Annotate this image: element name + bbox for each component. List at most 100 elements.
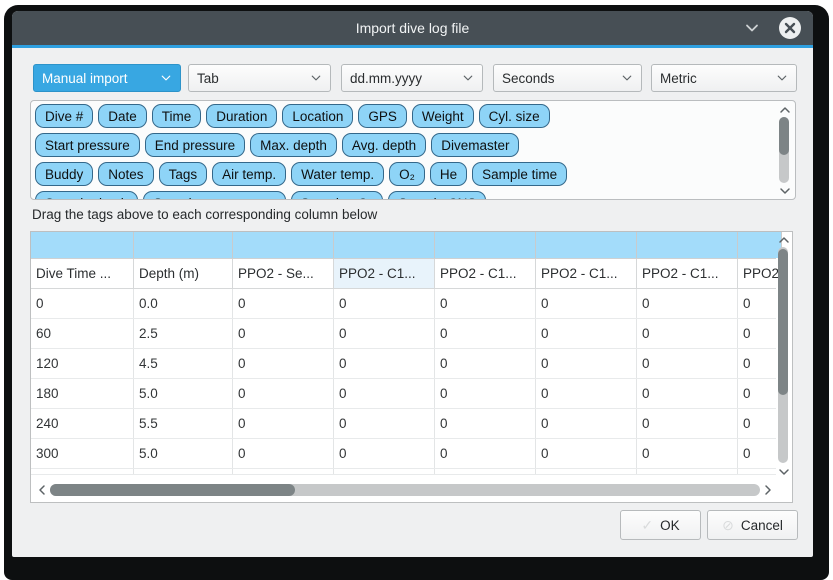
- table-cell: 0: [334, 289, 435, 318]
- scrollbar-thumb[interactable]: [778, 249, 788, 395]
- scroll-left-icon[interactable]: [36, 484, 48, 496]
- tag-row-clipped: Sample depth Sample temperature Sample p…: [35, 191, 755, 200]
- duration-format-select[interactable]: Seconds: [493, 64, 642, 92]
- duration-format-value: Seconds: [502, 71, 555, 86]
- drag-instruction-label: Drag the tags above to each correspondin…: [32, 207, 377, 222]
- table-cell: 0: [435, 289, 536, 318]
- tag-sample-cns[interactable]: Sample CNS: [388, 191, 486, 200]
- ok-button[interactable]: ✓ OK: [620, 510, 701, 540]
- table-cell: 5.5: [134, 409, 233, 438]
- drop-cell[interactable]: [536, 232, 637, 258]
- tag-he[interactable]: He: [430, 162, 467, 186]
- table-cell: 0: [334, 379, 435, 408]
- table-row[interactable]: 0 0.0 0 0 0 0 0 0: [31, 289, 776, 319]
- units-select[interactable]: Metric: [651, 64, 797, 92]
- tag-weight[interactable]: Weight: [412, 104, 474, 128]
- table-row[interactable]: 120 4.5 0 0 0 0 0 0: [31, 349, 776, 379]
- screenshot-canvas: Import dive log file Manual import Tab d…: [0, 0, 833, 580]
- tag-dive-number[interactable]: Dive #: [35, 104, 93, 128]
- table-row[interactable]: 60 2.5 0 0 0 0 0 0: [31, 319, 776, 349]
- tag-date[interactable]: Date: [98, 104, 147, 128]
- tag-sample-time[interactable]: Sample time: [472, 162, 567, 186]
- check-icon: ✓: [641, 517, 653, 534]
- tag-time[interactable]: Time: [152, 104, 202, 128]
- tag-row: Start pressure End pressure Max. depth A…: [35, 133, 755, 157]
- table-cell: 0: [536, 319, 637, 348]
- drop-cell[interactable]: [233, 232, 334, 258]
- import-dialog: Import dive log file Manual import Tab d…: [12, 11, 813, 557]
- tag-o2[interactable]: O₂: [389, 162, 425, 186]
- tag-sample-po2[interactable]: Sample pO₂: [291, 191, 384, 200]
- scrollbar-thumb[interactable]: [50, 484, 295, 496]
- tag-max-depth[interactable]: Max. depth: [250, 133, 337, 157]
- scroll-up-icon[interactable]: [776, 234, 791, 246]
- tag-notes[interactable]: Notes: [98, 162, 153, 186]
- table-row[interactable]: 300 5.0 0 0 0 0 0 0: [31, 439, 776, 469]
- table-cell: 0: [536, 379, 637, 408]
- table-cell: 0: [536, 409, 637, 438]
- tag-air-temp[interactable]: Air temp.: [212, 162, 286, 186]
- date-format-select[interactable]: dd.mm.yyyy: [341, 64, 483, 92]
- tag-avg-depth[interactable]: Avg. depth: [342, 133, 426, 157]
- table-cell: 0: [233, 289, 334, 318]
- drop-cell[interactable]: [334, 232, 435, 258]
- tag-row: Dive # Date Time Duration Location GPS W…: [35, 104, 755, 128]
- tag-location[interactable]: Location: [282, 104, 353, 128]
- column-header[interactable]: Depth (m): [134, 259, 233, 288]
- shade-button[interactable]: [743, 19, 761, 37]
- tag-buddy[interactable]: Buddy: [35, 162, 93, 186]
- csv-preview-table: Dive Time ... Depth (m) PPO2 - Se... PPO…: [30, 231, 793, 503]
- scrollbar-track[interactable]: [778, 247, 788, 463]
- tag-pool-scrollbar[interactable]: [777, 104, 792, 197]
- column-header[interactable]: PPO2 - C1...: [435, 259, 536, 288]
- drop-cell[interactable]: [134, 232, 233, 258]
- table-cell: 0: [233, 439, 334, 468]
- close-button[interactable]: [779, 17, 801, 39]
- column-header[interactable]: PPO2 - C1...: [637, 259, 738, 288]
- tag-start-pressure[interactable]: Start pressure: [35, 133, 140, 157]
- scroll-down-icon[interactable]: [777, 185, 792, 197]
- cancel-button[interactable]: ⊘ Cancel: [707, 510, 798, 540]
- scrollbar-track[interactable]: [779, 117, 789, 183]
- column-header-highlighted[interactable]: PPO2 - C1...: [334, 259, 435, 288]
- tag-end-pressure[interactable]: End pressure: [145, 133, 245, 157]
- scroll-up-icon[interactable]: [777, 104, 792, 116]
- tag-cyl-size[interactable]: Cyl. size: [479, 104, 550, 128]
- table-cell: 0: [435, 379, 536, 408]
- drop-cell[interactable]: [31, 232, 134, 258]
- scroll-down-icon[interactable]: [776, 466, 791, 478]
- table-horizontal-scrollbar[interactable]: [36, 483, 774, 497]
- table-vertical-scrollbar[interactable]: [776, 234, 791, 478]
- scrollbar-track[interactable]: [50, 484, 760, 496]
- table-cell: 0: [233, 409, 334, 438]
- ok-button-label: OK: [660, 518, 680, 533]
- table-cell: 0: [637, 289, 738, 318]
- table-cell: 0: [536, 289, 637, 318]
- tag-sample-depth[interactable]: Sample depth: [35, 191, 138, 200]
- column-header[interactable]: PPO2 - C1...: [536, 259, 637, 288]
- table-cell: 0: [334, 439, 435, 468]
- titlebar[interactable]: Import dive log file: [12, 11, 813, 45]
- scroll-right-icon[interactable]: [762, 484, 774, 496]
- tag-duration[interactable]: Duration: [206, 104, 277, 128]
- chevron-down-icon: [462, 72, 474, 84]
- tag-sample-temperature[interactable]: Sample temperature: [143, 191, 285, 200]
- tag-water-temp[interactable]: Water temp.: [291, 162, 384, 186]
- chevron-down-icon: [160, 72, 172, 84]
- table-cell: 60: [31, 319, 134, 348]
- tag-tags[interactable]: Tags: [159, 162, 208, 186]
- drop-cell[interactable]: [637, 232, 738, 258]
- table-row[interactable]: 180 5.0 0 0 0 0 0 0: [31, 379, 776, 409]
- column-header[interactable]: Dive Time ...: [31, 259, 134, 288]
- tag-gps[interactable]: GPS: [358, 104, 407, 128]
- drop-cell[interactable]: [435, 232, 536, 258]
- table-cell: 0: [637, 439, 738, 468]
- table-cell: 0: [334, 319, 435, 348]
- tag-divemaster[interactable]: Divemaster: [431, 133, 519, 157]
- scrollbar-thumb[interactable]: [779, 117, 789, 155]
- import-mode-select[interactable]: Manual import: [33, 64, 181, 92]
- field-separator-select[interactable]: Tab: [188, 64, 331, 92]
- table-row[interactable]: 240 5.5 0 0 0 0 0 0: [31, 409, 776, 439]
- column-header[interactable]: PPO2 - Se...: [233, 259, 334, 288]
- table-cell: 120: [31, 349, 134, 378]
